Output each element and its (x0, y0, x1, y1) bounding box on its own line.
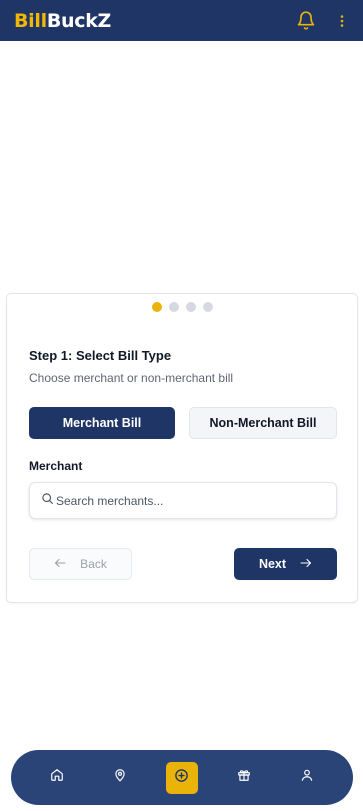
next-button[interactable]: Next (234, 548, 337, 580)
non-merchant-bill-button[interactable]: Non-Merchant Bill (189, 407, 337, 439)
step-subtitle: Choose merchant or non-merchant bill (29, 371, 234, 385)
more-options-icon[interactable] (335, 10, 349, 32)
app-screen: BillBuckZ Step 1: Select Bill Type Choos… (0, 0, 363, 811)
user-icon (300, 768, 314, 787)
arrow-right-icon (300, 557, 312, 571)
back-button[interactable]: Back (29, 548, 132, 580)
home-icon (50, 768, 64, 787)
app-header: BillBuckZ (0, 0, 363, 41)
back-button-label: Back (80, 557, 107, 571)
search-icon (41, 492, 54, 510)
app-logo[interactable]: BillBuckZ (14, 10, 111, 32)
arrow-left-icon (54, 557, 66, 571)
step-indicator (7, 302, 357, 312)
bottom-navigation (11, 750, 353, 805)
step-title: Step 1: Select Bill Type (29, 348, 172, 363)
step-dot-4 (202, 302, 213, 312)
merchant-search-box[interactable] (29, 482, 337, 519)
step-dot-3 (185, 302, 196, 312)
nav-locations[interactable] (104, 762, 136, 794)
nav-profile[interactable] (291, 762, 323, 794)
header-actions (295, 10, 349, 32)
logo-text-bill: Bill (14, 9, 47, 32)
next-button-label: Next (258, 557, 287, 571)
merchant-search-input[interactable] (56, 493, 326, 508)
merchant-field-label: Merchant (29, 459, 83, 473)
nav-rewards[interactable] (228, 762, 260, 794)
notifications-bell-icon[interactable] (295, 10, 317, 32)
gift-icon (237, 768, 251, 787)
step-dot-1 (151, 302, 162, 312)
step-dot-2 (168, 302, 179, 312)
nav-home[interactable] (41, 762, 73, 794)
bill-wizard-card: Step 1: Select Bill Type Choose merchant… (6, 293, 358, 603)
logo-text-buckz: BuckZ (46, 9, 112, 32)
plus-circle-icon (174, 768, 189, 788)
map-pin-icon (113, 768, 127, 787)
merchant-bill-button[interactable]: Merchant Bill (29, 407, 175, 439)
nav-add-bill[interactable] (165, 761, 198, 794)
